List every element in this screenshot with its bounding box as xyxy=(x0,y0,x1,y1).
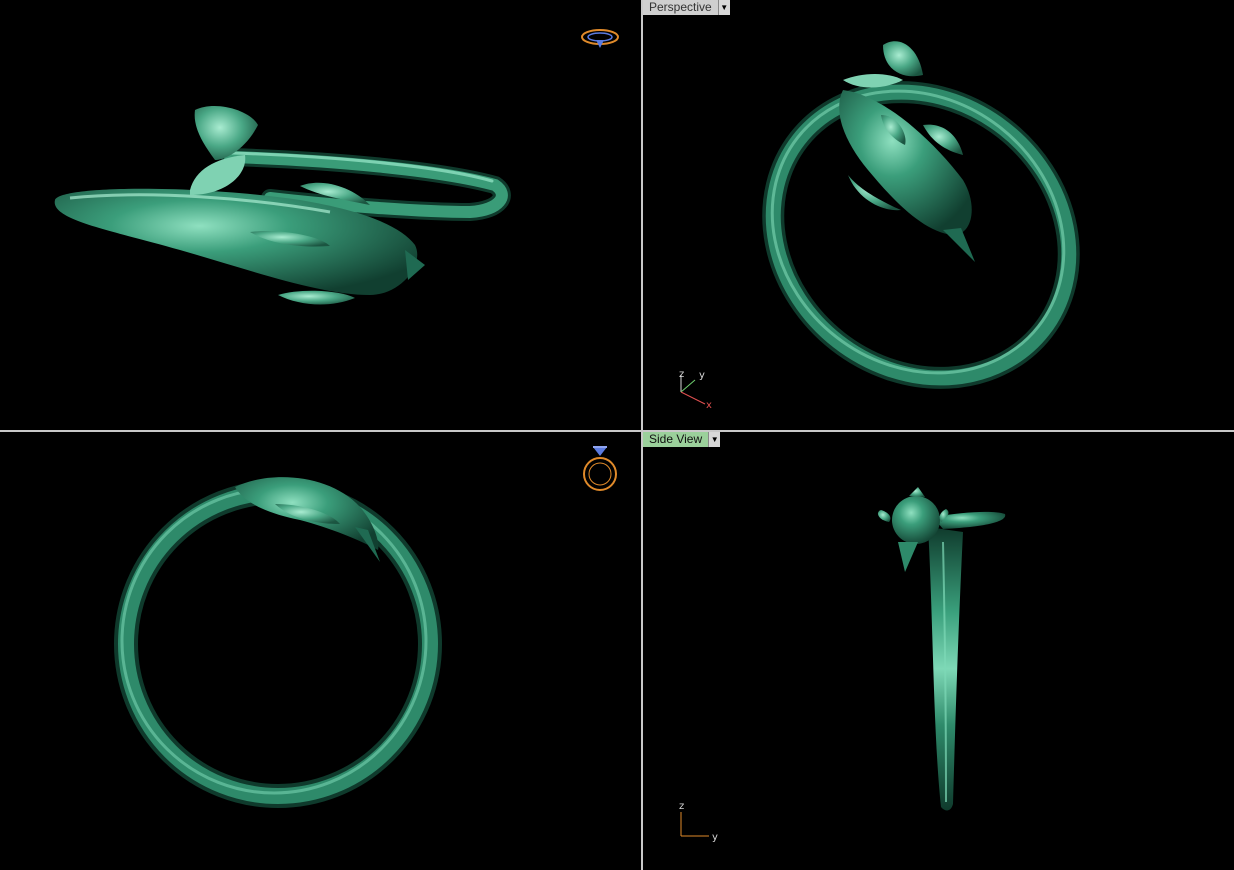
axis-label-x: x xyxy=(706,400,712,411)
axis-gizmo: z y xyxy=(679,801,718,843)
ring-orientation-icon[interactable] xyxy=(581,29,619,48)
ring-front-icon[interactable] xyxy=(583,446,617,491)
viewport-divider-vertical[interactable] xyxy=(641,0,643,870)
axis-label-z: z xyxy=(679,801,684,812)
viewport-front[interactable] xyxy=(0,432,641,870)
viewport-perspective[interactable]: Perspective ▼ z y x xyxy=(643,0,1234,430)
viewport-divider-horizontal[interactable] xyxy=(0,430,1234,432)
dolphin-ring-top-view xyxy=(54,29,619,305)
dolphin-ring-side-view: z y xyxy=(679,487,1006,843)
axis-gizmo: z y x xyxy=(679,369,712,411)
dolphin-ring-front-view xyxy=(114,446,617,808)
axis-label-y: y xyxy=(712,832,718,843)
viewport-side[interactable]: Side View ▼ z y xyxy=(643,432,1234,870)
axis-label-z: z xyxy=(679,369,684,380)
axis-label-y: y xyxy=(699,370,705,381)
dolphin-ring-perspective-view: z y x xyxy=(679,41,1080,411)
viewport-top[interactable] xyxy=(0,0,641,430)
